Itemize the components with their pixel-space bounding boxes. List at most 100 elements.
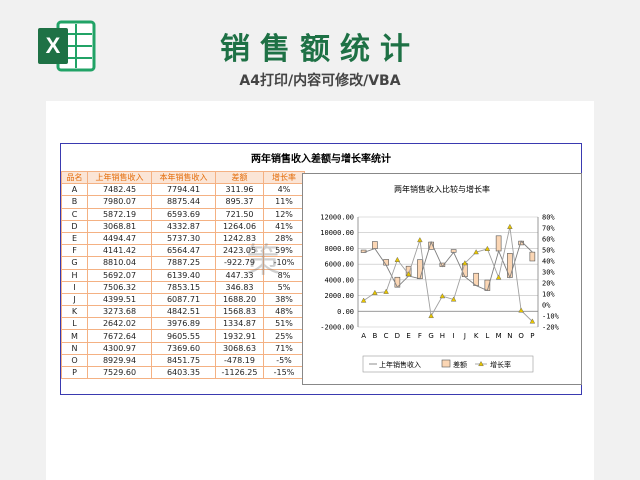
y-tick-label-right: 10% <box>542 291 555 299</box>
table-cell[interactable]: 895.37 <box>215 195 264 209</box>
growth-rate-point <box>383 288 389 294</box>
difference-bar <box>417 259 423 280</box>
table-cell[interactable]: 6564.47 <box>151 244 216 258</box>
x-tick-label: D <box>395 332 400 340</box>
table-cell[interactable]: 25% <box>263 329 305 343</box>
growth-rate-point <box>360 297 367 303</box>
table-cell[interactable]: 7529.60 <box>87 365 152 380</box>
table-row: L 2642.02 3976.89 1334.87 51% <box>61 317 305 331</box>
table-cell[interactable]: 8810.04 <box>87 256 152 270</box>
table-cell[interactable]: 6139.40 <box>151 268 216 282</box>
table-cell[interactable]: 51% <box>263 317 305 331</box>
table-cell[interactable]: 4300.97 <box>87 341 152 355</box>
table-cell[interactable]: -15% <box>263 365 305 380</box>
watermark: 策 <box>246 241 280 281</box>
table-cell[interactable]: 5% <box>263 280 305 294</box>
table-cell[interactable]: B <box>61 195 88 209</box>
table-cell[interactable]: N <box>61 341 88 355</box>
table-cell[interactable]: 48% <box>263 305 305 319</box>
table-cell[interactable]: J <box>61 292 88 307</box>
table-cell[interactable]: 4141.42 <box>87 244 152 258</box>
y-tick-label-right: 40% <box>542 258 555 266</box>
table-cell[interactable]: E <box>61 231 88 246</box>
table-cell[interactable]: 1334.87 <box>215 317 264 331</box>
table-row: C 5872.19 6593.69 721.50 12% <box>61 207 305 221</box>
x-tick-label: L <box>485 332 489 340</box>
table-cell[interactable]: 7853.15 <box>151 280 216 294</box>
y-tick-label-right: 0% <box>542 302 551 310</box>
table-cell[interactable]: 41% <box>263 219 305 233</box>
table-cell[interactable]: I <box>61 280 88 294</box>
table-cell[interactable]: -5% <box>263 353 305 368</box>
table-cell[interactable]: 3273.68 <box>87 305 152 319</box>
x-tick-label: M <box>496 332 502 340</box>
table-cell[interactable]: 11% <box>263 195 305 209</box>
table-cell[interactable]: 4494.47 <box>87 231 152 246</box>
table-cell[interactable]: 6087.71 <box>151 292 216 307</box>
table-cell[interactable]: 1932.91 <box>215 329 264 343</box>
table-cell[interactable]: 9605.55 <box>151 329 216 343</box>
table-cell[interactable]: 8875.44 <box>151 195 216 209</box>
table-cell[interactable]: 4399.51 <box>87 292 152 307</box>
table-cell[interactable]: 3068.81 <box>87 219 152 233</box>
table-cell[interactable]: 3976.89 <box>151 317 216 331</box>
table-cell[interactable]: 5872.19 <box>87 207 152 221</box>
table-row: J 4399.51 6087.71 1688.20 38% <box>61 292 305 307</box>
table-cell[interactable]: 1568.83 <box>215 305 264 319</box>
table-cell[interactable]: F <box>61 244 88 258</box>
table-cell[interactable]: 2642.02 <box>87 317 152 331</box>
table-cell[interactable]: 7672.64 <box>87 329 152 343</box>
chart-title: 两年销售收入比较与增长率 <box>394 184 490 194</box>
table-cell[interactable]: 5737.30 <box>151 231 216 246</box>
table-cell[interactable]: P <box>61 365 88 380</box>
table-cell[interactable]: 7794.41 <box>151 183 216 197</box>
table-cell[interactable]: 7506.32 <box>87 280 152 294</box>
legend-label-previous-year: 上年销售收入 <box>379 360 421 369</box>
table-cell[interactable]: H <box>61 268 88 282</box>
table-cell[interactable]: A <box>61 183 88 197</box>
table-cell[interactable]: 71% <box>263 341 305 355</box>
table-header-row: 品名 上年销售收入 本年销售收入 差额 增长率 <box>61 170 305 185</box>
table-cell[interactable]: 5692.07 <box>87 268 152 282</box>
x-tick-label: E <box>406 332 410 340</box>
x-tick-label: H <box>440 332 445 340</box>
table-cell[interactable]: 38% <box>263 292 305 307</box>
table-cell[interactable]: 1688.20 <box>215 292 264 307</box>
y-tick-label-left: 0.00 <box>337 308 354 316</box>
table-cell[interactable]: 346.83 <box>215 280 264 294</box>
legend-swatch-difference <box>441 359 451 368</box>
table-cell[interactable]: 721.50 <box>215 207 264 221</box>
table-cell[interactable]: 12% <box>263 207 305 221</box>
table-cell[interactable]: K <box>61 305 88 319</box>
table-cell[interactable]: 4% <box>263 183 305 197</box>
table-row: N 4300.97 7369.60 3068.63 71% <box>61 341 305 355</box>
table-cell[interactable]: 7980.07 <box>87 195 152 209</box>
growth-rate-point <box>495 274 502 280</box>
table-cell[interactable]: 4332.87 <box>151 219 216 233</box>
table-cell[interactable]: 7887.25 <box>151 256 216 270</box>
table-cell[interactable]: D <box>61 219 88 233</box>
table-cell[interactable]: 311.96 <box>215 183 264 197</box>
y-tick-label-right: 30% <box>542 269 555 277</box>
table-cell[interactable]: 1264.06 <box>215 219 264 233</box>
table-cell[interactable]: C <box>61 207 88 221</box>
table-cell[interactable]: G <box>61 256 88 270</box>
difference-bar <box>372 241 378 249</box>
table-cell[interactable]: 8451.75 <box>151 353 216 368</box>
table-cell[interactable]: 6403.35 <box>151 365 216 380</box>
table-cell[interactable]: M <box>61 329 88 343</box>
table-cell[interactable]: -1126.25 <box>215 365 264 380</box>
table-row: B 7980.07 8875.44 895.37 11% <box>61 195 305 209</box>
table-cell[interactable]: L <box>61 317 88 331</box>
table-cell[interactable]: O <box>61 353 88 368</box>
table-cell[interactable]: 7482.45 <box>87 183 152 197</box>
table-cell[interactable]: 6593.69 <box>151 207 216 221</box>
y-tick-label-left: 8000.00 <box>324 245 354 253</box>
table-cell[interactable]: 4842.51 <box>151 305 216 319</box>
table-cell[interactable]: -478.19 <box>215 353 264 368</box>
table-cell[interactable]: 7369.60 <box>151 341 216 355</box>
y-tick-label-right: -10% <box>542 313 560 321</box>
table-cell[interactable]: 3068.63 <box>215 341 264 355</box>
table-cell[interactable]: 8929.94 <box>87 353 152 368</box>
x-tick-label: N <box>507 332 512 340</box>
